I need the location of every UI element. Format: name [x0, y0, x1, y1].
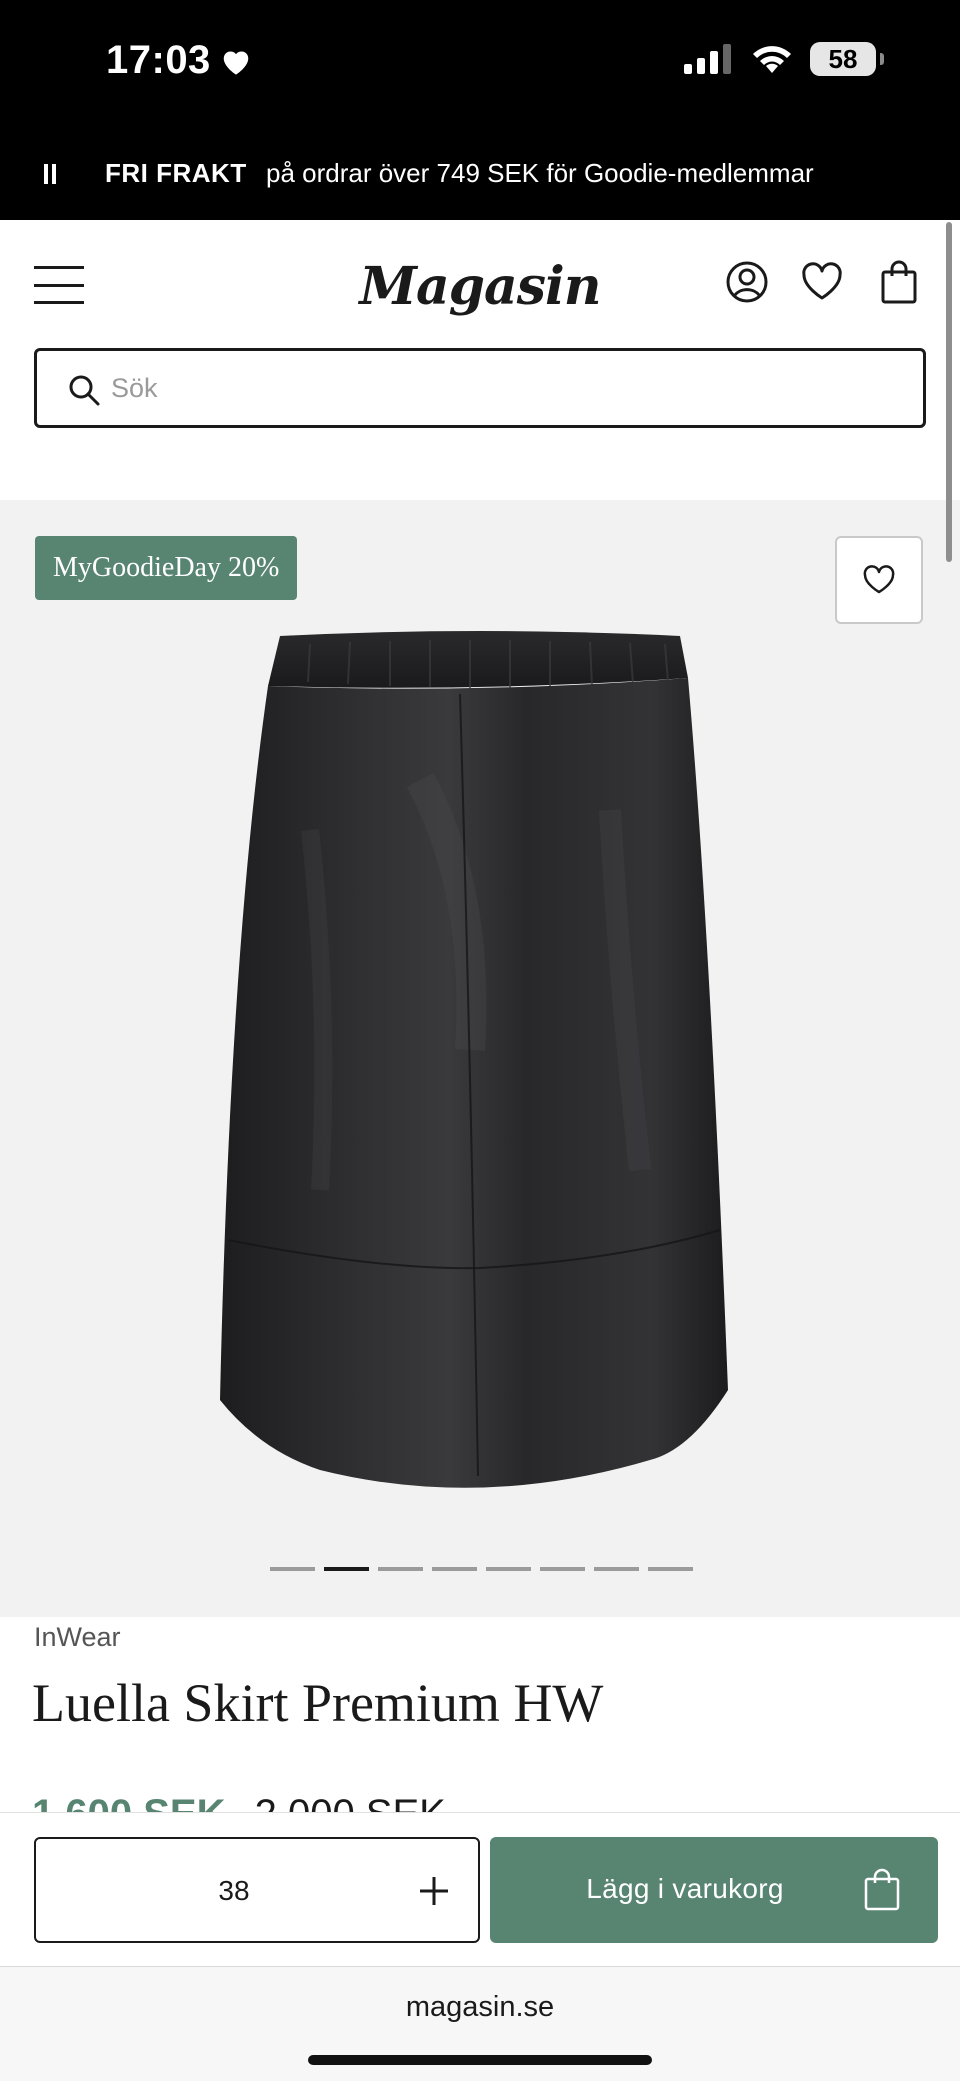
bag-icon[interactable]: [875, 258, 923, 306]
promo-headline: FRI FRAKT: [105, 158, 247, 188]
wifi-icon: [753, 46, 791, 73]
gallery-dot[interactable]: [270, 1567, 315, 1571]
search-icon: [69, 375, 100, 406]
product-title: Luella Skirt Premium HW: [32, 1673, 604, 1733]
size-selector[interactable]: 38: [34, 1837, 480, 1943]
size-value: 38: [218, 1875, 250, 1906]
add-to-wishlist-button[interactable]: [835, 536, 923, 624]
product-image[interactable]: [220, 630, 740, 1490]
scrollbar-thumb[interactable]: [946, 222, 952, 562]
home-indicator[interactable]: [308, 2055, 652, 2065]
gallery-dot[interactable]: [432, 1567, 477, 1571]
plus-icon[interactable]: [410, 1867, 458, 1915]
cellular-signal-icon: [684, 44, 731, 74]
pause-icon[interactable]: [44, 164, 58, 184]
site-header: Magasin: [0, 220, 960, 500]
product-gallery[interactable]: MyGoodieDay 20%: [0, 500, 960, 1617]
browser-url-bar[interactable]: magasin.se: [0, 1966, 960, 2081]
gallery-dot[interactable]: [540, 1567, 585, 1571]
url-text[interactable]: magasin.se: [0, 1991, 960, 2024]
add-to-cart-label: Lägg i varukorg: [586, 1873, 784, 1904]
promo-text: på ordrar över 749 SEK för Goodie-medlem…: [266, 158, 814, 188]
product-brand[interactable]: InWear: [34, 1622, 121, 1653]
gallery-dot[interactable]: [648, 1567, 693, 1571]
gallery-dot[interactable]: [378, 1567, 423, 1571]
search-bar[interactable]: [34, 348, 926, 428]
account-icon[interactable]: [723, 258, 771, 306]
promo-badge: MyGoodieDay 20%: [35, 536, 298, 600]
heart-icon: [223, 50, 249, 75]
battery-indicator: 58: [810, 42, 884, 76]
gallery-dot[interactable]: [594, 1567, 639, 1571]
gallery-dot-active[interactable]: [324, 1567, 369, 1571]
status-bar: 17:03 58: [0, 0, 960, 128]
wishlist-icon[interactable]: [798, 258, 846, 306]
clock: 17:03: [106, 38, 211, 82]
add-to-cart-bar: 38 Lägg i varukorg: [0, 1812, 960, 1966]
search-input[interactable]: [111, 365, 891, 411]
gallery-pagination[interactable]: [270, 1567, 693, 1571]
heart-outline-icon: [863, 565, 895, 594]
promo-banner: FRI FRAKT på ordrar över 749 SEK för Goo…: [0, 128, 960, 220]
bag-icon: [864, 1868, 900, 1911]
status-time: 17:03: [106, 38, 253, 83]
status-icons: 58: [684, 42, 884, 76]
add-to-cart-button[interactable]: Lägg i varukorg: [490, 1837, 938, 1943]
gallery-dot[interactable]: [486, 1567, 531, 1571]
